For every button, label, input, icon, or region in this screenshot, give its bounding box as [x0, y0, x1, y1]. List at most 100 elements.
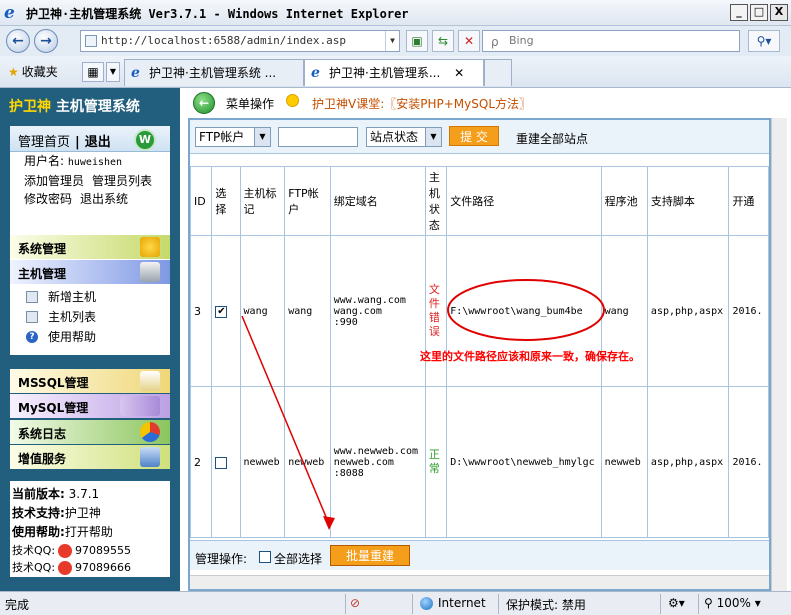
- help-row-label: 使用帮助:: [12, 525, 65, 539]
- search-provider-icon: ρ: [491, 35, 499, 49]
- username-row: 用户名: huweishen: [10, 152, 170, 172]
- divider: [698, 594, 699, 614]
- divider: [498, 594, 499, 614]
- brand-name: 护卫神: [9, 99, 51, 115]
- divider: [412, 594, 413, 614]
- pie-chart-icon: [140, 422, 160, 442]
- open-help-link[interactable]: 打开帮助: [65, 525, 113, 539]
- smiley-icon: [286, 94, 299, 107]
- zoom-control[interactable]: ⚲ 100% ▾: [704, 596, 761, 610]
- qq-icon[interactable]: [58, 544, 73, 558]
- search-input[interactable]: ρ Bing: [482, 30, 740, 52]
- divider: [660, 594, 661, 614]
- back-icon[interactable]: ←: [193, 92, 215, 114]
- help-row: 使用帮助:打开帮助: [12, 523, 170, 542]
- menu-vas-label: 增值服务: [18, 452, 67, 466]
- sidebar-item-add-host[interactable]: 新增主机: [10, 287, 170, 307]
- home-link[interactable]: 管理首页: [18, 135, 70, 150]
- menu-system[interactable]: 系统管理: [10, 235, 170, 259]
- popup-blocked-icon[interactable]: ⊘: [350, 596, 360, 610]
- batch-rebuild-button[interactable]: 批量重建: [330, 545, 410, 566]
- ie-tab-icon: e: [131, 65, 140, 81]
- vertical-scrollbar[interactable]: [771, 118, 787, 591]
- horizontal-scrollbar[interactable]: [190, 575, 769, 589]
- favorites-button[interactable]: ★ 收藏夹: [8, 63, 58, 80]
- qq-row-2: 技术QQ: 97089666: [12, 559, 170, 576]
- window-titlebar: e 护卫神·主机管理系统 Ver3.7.1 - Windows Internet…: [0, 0, 791, 26]
- select-all-checkbox[interactable]: [259, 551, 271, 563]
- menu-host[interactable]: 主机管理: [10, 260, 170, 284]
- qq-label-2: 技术QQ:: [12, 561, 56, 574]
- add-admin-link[interactable]: 添加管理员: [24, 174, 84, 188]
- help-label: 使用帮助: [48, 330, 97, 344]
- refresh-icon: ⇆: [437, 34, 449, 48]
- manage-ops-label: 管理操作:: [195, 552, 248, 566]
- protected-mode-label: 保护模式: 禁用: [506, 598, 586, 612]
- back-arrow-icon: ←: [12, 33, 24, 49]
- tab-list-chevron-icon[interactable]: ▼: [106, 62, 120, 82]
- version-row: 当前版本: 3.7.1: [12, 485, 170, 504]
- course-link[interactable]: 护卫神V课堂:〖安装PHP+MySQL方法〗: [312, 95, 531, 112]
- stop-icon: ✕: [463, 34, 475, 48]
- favorites-label: 收藏夹: [21, 65, 58, 79]
- search-placeholder: Bing: [509, 34, 534, 47]
- zone-indicator: Internet: [420, 596, 486, 610]
- username-label: 用户名:: [24, 154, 65, 168]
- brand-title: 主机管理系统: [55, 99, 140, 115]
- search-button[interactable]: ⚲▾: [748, 30, 780, 52]
- sidebar-item-host-list[interactable]: 主机列表: [10, 307, 170, 327]
- qq-row-1: 技术QQ: 97089555: [12, 542, 170, 559]
- refresh-button[interactable]: ⇆: [432, 30, 454, 52]
- ie-logo-icon: e: [4, 3, 15, 23]
- close-window-button[interactable]: X: [770, 4, 788, 21]
- annotation-text: 这里的文件路径应该和原来一致，确保存在。: [420, 350, 640, 363]
- address-toolbar: ← → http://localhost:6588/admin/index.as…: [0, 26, 791, 56]
- forward-button[interactable]: →: [34, 29, 58, 53]
- quick-tabs-icon[interactable]: ▦: [82, 62, 104, 82]
- support-row: 技术支持:护卫神: [12, 504, 170, 523]
- new-tab-button[interactable]: [484, 59, 512, 86]
- host-list-label: 主机列表: [48, 310, 97, 324]
- brand-badge-icon: W: [134, 129, 156, 151]
- maximize-button[interactable]: □: [750, 4, 768, 21]
- page-icon: [85, 35, 97, 47]
- qq-icon[interactable]: [58, 561, 73, 575]
- logout-link[interactable]: 退出: [85, 135, 111, 150]
- support-label: 技术支持:: [12, 506, 65, 520]
- menu-log-label: 系统日志: [18, 427, 67, 441]
- tab-1[interactable]: e 护卫神·主机管理系统 ...: [124, 59, 304, 86]
- address-input[interactable]: http://localhost:6588/admin/index.asp ▼: [80, 30, 400, 52]
- tab-close-icon[interactable]: ✕: [454, 66, 464, 80]
- sidebar-item-help[interactable]: ? 使用帮助: [10, 327, 170, 347]
- window-title: 护卫神·主机管理系统 Ver3.7.1 - Windows Internet E…: [26, 7, 409, 21]
- menu-system-label: 系统管理: [18, 242, 67, 256]
- account-links-row: 修改密码 退出系统: [10, 190, 170, 208]
- status-bar: 完成 ⊘ Internet 保护模式: 禁用 ⚙▾ ⚲ 100% ▾: [0, 591, 791, 615]
- qq-label-1: 技术QQ:: [12, 544, 56, 557]
- forward-arrow-icon: →: [40, 33, 52, 49]
- chevron-down-icon[interactable]: ▼: [385, 31, 399, 51]
- menu-mssql[interactable]: MSSQL管理: [10, 369, 170, 393]
- window-controls: _ □ X: [730, 4, 788, 21]
- separator: |: [75, 135, 80, 150]
- exit-system-link[interactable]: 退出系统: [80, 192, 128, 206]
- stop-button[interactable]: ✕: [458, 30, 480, 52]
- change-password-link[interactable]: 修改密码: [24, 192, 72, 206]
- minimize-button[interactable]: _: [730, 4, 748, 21]
- security-icon[interactable]: ⚙▾: [668, 596, 685, 610]
- compat-view-button[interactable]: ▣: [406, 30, 428, 52]
- menu-vas[interactable]: 增值服务: [10, 445, 170, 469]
- favorites-tabs-bar: ★ 收藏夹 ▦ ▼ e 护卫神·主机管理系统 ... e 护卫神·主机管理系...…: [0, 56, 791, 88]
- sidebar: 护卫神 主机管理系统 管理首页 | 退出 W 用户名: huweishen 添加管理…: [0, 88, 180, 591]
- tab-1-label: 护卫神·主机管理系统 ...: [149, 66, 277, 80]
- tab-2-active[interactable]: e 护卫神·主机管理系... ✕: [304, 59, 484, 86]
- back-button[interactable]: ←: [6, 29, 30, 53]
- admin-list-link[interactable]: 管理员列表: [92, 174, 152, 188]
- address-url: http://localhost:6588/admin/index.asp: [101, 34, 347, 47]
- menu-operation-label: 菜单操作: [226, 97, 275, 111]
- server-icon: [140, 262, 160, 282]
- menu-log[interactable]: 系统日志: [10, 420, 170, 444]
- menu-mysql[interactable]: MySQL管理: [10, 394, 170, 418]
- compat-icon: ▣: [411, 34, 423, 48]
- help-icon: ?: [26, 331, 38, 343]
